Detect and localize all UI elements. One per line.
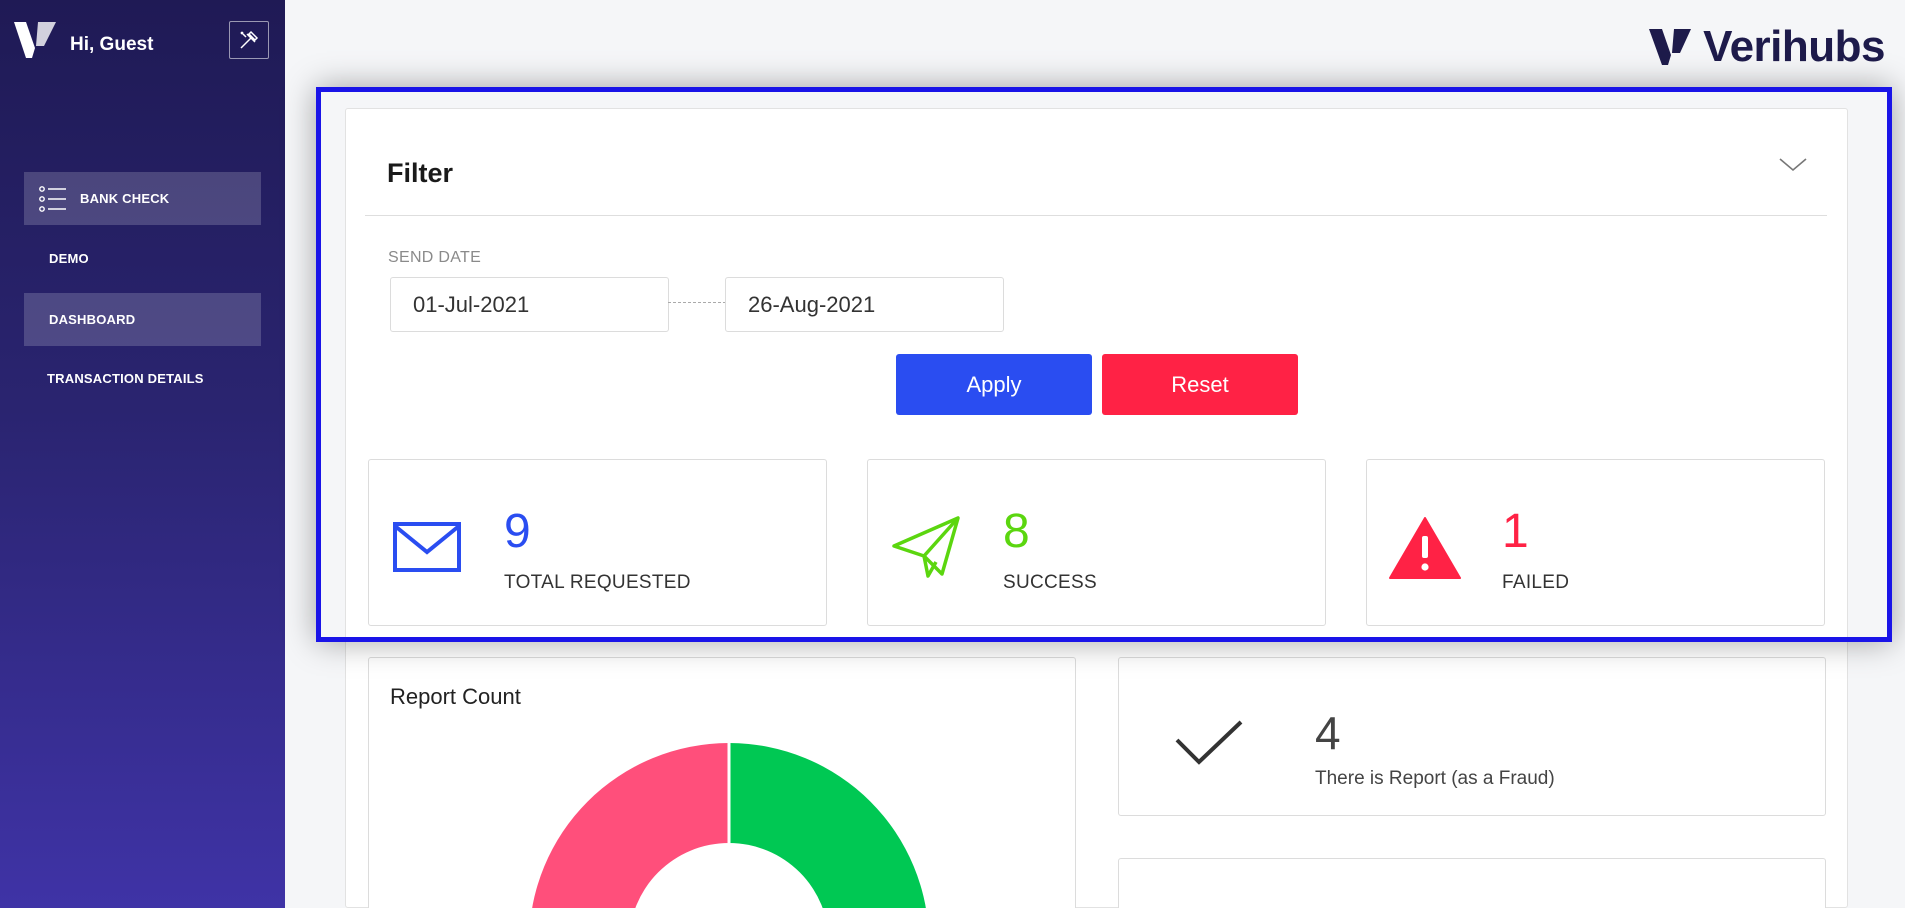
sidebar-item-label: DASHBOARD: [49, 312, 136, 327]
donut-segment-ok: [729, 743, 926, 908]
stat-card-success: 8 SUCCESS: [867, 459, 1326, 626]
tools-icon: [240, 30, 259, 49]
send-date-label: SEND DATE: [388, 249, 482, 266]
filter-title: Filter: [387, 158, 454, 188]
stat-value: 1: [1502, 505, 1529, 558]
apply-button[interactable]: Apply: [896, 354, 1092, 415]
user-greeting: Hi, Guest: [70, 34, 154, 55]
report-count-title: Report Count: [390, 684, 521, 709]
sidebar: Hi, Guest BANK CHECK DEMO DASHBOARD TRAN…: [0, 0, 285, 908]
stat-value: 9: [504, 505, 531, 558]
fraud-report-card: 4 There is Report (as a Fraud): [1118, 657, 1826, 816]
stat-card-total-requested: 9 TOTAL REQUESTED: [368, 459, 827, 626]
stat-card-failed: 1 FAILED: [1366, 459, 1825, 626]
sidebar-item-demo[interactable]: DEMO: [24, 232, 261, 285]
verihubs-logo-icon[interactable]: [14, 22, 56, 58]
envelope-icon: [393, 522, 461, 572]
brand-name: Verihubs: [1703, 22, 1885, 71]
warning-icon: [1389, 517, 1461, 579]
sidebar-item-label: DEMO: [49, 251, 89, 266]
sidebar-item-bank-check[interactable]: BANK CHECK: [24, 172, 261, 225]
verihubs-logo-icon: [1649, 29, 1692, 65]
fraud-report-label: There is Report (as a Fraud): [1315, 768, 1555, 789]
tools-button[interactable]: [229, 21, 269, 59]
sidebar-item-dashboard[interactable]: DASHBOARD: [24, 293, 261, 346]
donut-segment-fraud: [532, 743, 729, 908]
chevron-down-icon[interactable]: [1778, 155, 1808, 175]
stat-value: 8: [1003, 505, 1030, 558]
stat-label: TOTAL REQUESTED: [504, 572, 691, 593]
report-count-card: Report Count: [368, 657, 1076, 908]
fraud-report-value: 4: [1315, 707, 1341, 759]
sidebar-item-label: BANK CHECK: [80, 191, 170, 206]
start-date-input[interactable]: [390, 277, 669, 332]
checkmark-icon: [1175, 720, 1243, 765]
stat-label: FAILED: [1502, 572, 1570, 593]
sidebar-item-label: TRANSACTION DETAILS: [47, 371, 204, 386]
brand-logo[interactable]: Verihubs: [1649, 22, 1885, 72]
end-date-input[interactable]: [725, 277, 1004, 332]
list-icon: [39, 185, 66, 212]
bottom-card: [1118, 858, 1826, 908]
report-count-donut-chart: [532, 743, 926, 908]
filter-divider: [365, 215, 1827, 216]
date-range-separator: [668, 302, 726, 303]
reset-button[interactable]: Reset: [1102, 354, 1298, 415]
stat-label: SUCCESS: [1003, 572, 1097, 593]
sidebar-item-transaction-details[interactable]: TRANSACTION DETAILS: [24, 352, 261, 405]
paper-plane-icon: [892, 516, 960, 578]
